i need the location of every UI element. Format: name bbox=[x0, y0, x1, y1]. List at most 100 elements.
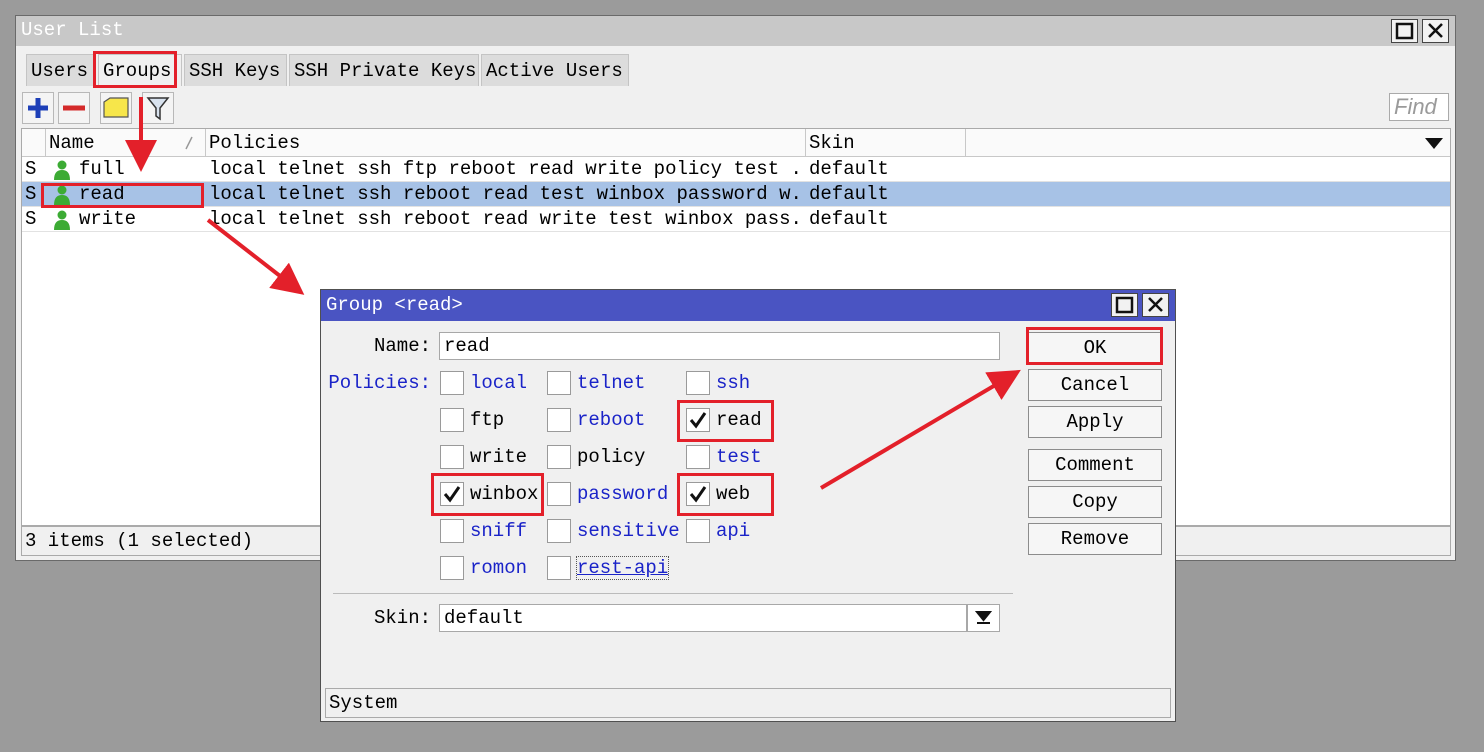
policies-column-header[interactable]: Policies bbox=[206, 129, 806, 157]
policy-checkbox-api[interactable] bbox=[686, 519, 710, 543]
policy-checkbox-write[interactable] bbox=[440, 445, 464, 469]
policy-label-api[interactable]: api bbox=[716, 520, 750, 542]
chevron-down-icon bbox=[1425, 138, 1443, 149]
tab-ssh-keys[interactable]: SSH Keys bbox=[184, 54, 287, 86]
policy-label-reboot[interactable]: reboot bbox=[577, 409, 645, 431]
comment-button[interactable] bbox=[100, 92, 132, 124]
policy-label-ssh[interactable]: ssh bbox=[716, 372, 750, 394]
row-policies: local telnet ssh reboot read test winbox… bbox=[209, 183, 803, 205]
dialog-close-button[interactable] bbox=[1142, 293, 1169, 317]
filter-button[interactable] bbox=[142, 92, 174, 124]
policy-checkbox-romon[interactable] bbox=[440, 556, 464, 580]
sort-icon bbox=[185, 136, 193, 150]
policy-label-sniff[interactable]: sniff bbox=[470, 520, 527, 542]
name-label: Name: bbox=[373, 335, 431, 357]
row-skin: default bbox=[809, 183, 889, 205]
policy-checkbox-policy[interactable] bbox=[547, 445, 571, 469]
policy-checkbox-winbox[interactable] bbox=[440, 482, 464, 506]
minus-icon bbox=[63, 105, 85, 111]
policy-checkbox-telnet[interactable] bbox=[547, 371, 571, 395]
policy-checkbox-ftp[interactable] bbox=[440, 408, 464, 432]
policy-checkbox-rest-api[interactable] bbox=[547, 556, 571, 580]
note-icon bbox=[103, 97, 129, 118]
maximize-icon bbox=[1395, 22, 1414, 40]
row-skin: default bbox=[809, 158, 889, 180]
find-input[interactable]: Find bbox=[1389, 93, 1449, 121]
name-column-header[interactable]: Name bbox=[46, 129, 206, 157]
policy-label-ftp[interactable]: ftp bbox=[470, 409, 504, 431]
row-policies: local telnet ssh ftp reboot read write p… bbox=[209, 158, 803, 180]
row-name: full bbox=[79, 158, 125, 180]
skin-select[interactable]: default bbox=[439, 604, 967, 632]
user-group-icon bbox=[52, 184, 72, 209]
dialog-title: Group <read> bbox=[326, 294, 463, 316]
policy-checkbox-ssh[interactable] bbox=[686, 371, 710, 395]
remove-button[interactable]: Remove bbox=[1028, 523, 1162, 555]
policy-label-policy[interactable]: policy bbox=[577, 446, 645, 468]
policy-label-password[interactable]: password bbox=[577, 483, 668, 505]
policy-label-winbox[interactable]: winbox bbox=[470, 483, 538, 505]
remove-button[interactable] bbox=[58, 92, 90, 124]
dropdown-arrow-icon bbox=[974, 611, 993, 624]
policy-label-telnet[interactable]: telnet bbox=[577, 372, 645, 394]
tab-groups[interactable]: Groups bbox=[98, 54, 182, 86]
policy-checkbox-web[interactable] bbox=[686, 482, 710, 506]
policy-label-local[interactable]: local bbox=[470, 372, 527, 394]
close-button[interactable] bbox=[1422, 19, 1449, 43]
skin-dropdown-button[interactable] bbox=[967, 604, 1000, 632]
row-flag: S bbox=[25, 158, 37, 180]
plus-icon bbox=[28, 98, 48, 118]
close-icon bbox=[1428, 23, 1443, 38]
dialog-maximize-button[interactable] bbox=[1111, 293, 1138, 317]
policy-checkbox-read[interactable] bbox=[686, 408, 710, 432]
separator bbox=[333, 593, 1013, 594]
policy-checkbox-test[interactable] bbox=[686, 445, 710, 469]
cancel-button[interactable]: Cancel bbox=[1028, 369, 1162, 401]
name-field[interactable]: read bbox=[439, 332, 1000, 360]
dialog-status-bar: System bbox=[325, 688, 1171, 718]
policy-label-read[interactable]: read bbox=[716, 409, 762, 431]
checkmark-icon bbox=[443, 486, 461, 503]
policies-label: Policies: bbox=[328, 372, 431, 394]
row-flag: S bbox=[25, 208, 37, 230]
column-menu[interactable] bbox=[966, 129, 1450, 157]
policy-label-web[interactable]: web bbox=[716, 483, 750, 505]
filter-icon bbox=[146, 97, 170, 121]
checkmark-icon bbox=[689, 412, 707, 429]
window-titlebar[interactable]: User List bbox=[16, 16, 1455, 46]
tab-active-users[interactable]: Active Users bbox=[481, 54, 629, 86]
checkmark-icon bbox=[689, 486, 707, 503]
policy-checkbox-reboot[interactable] bbox=[547, 408, 571, 432]
comment-button[interactable]: Comment bbox=[1028, 449, 1162, 481]
policy-label-romon[interactable]: romon bbox=[470, 557, 527, 579]
maximize-button[interactable] bbox=[1391, 19, 1418, 43]
policy-checkbox-password[interactable] bbox=[547, 482, 571, 506]
dialog-titlebar[interactable]: Group <read> bbox=[321, 290, 1175, 321]
window-title: User List bbox=[21, 19, 124, 41]
tab-users[interactable]: Users bbox=[26, 54, 96, 86]
policy-label-test[interactable]: test bbox=[716, 446, 762, 468]
row-flag: S bbox=[25, 183, 37, 205]
row-policies: local telnet ssh reboot read write test … bbox=[209, 208, 803, 230]
policy-checkbox-local[interactable] bbox=[440, 371, 464, 395]
skin-column-header[interactable]: Skin bbox=[806, 129, 966, 157]
policy-label-sensitive[interactable]: sensitive bbox=[577, 520, 680, 542]
policy-checkbox-sniff[interactable] bbox=[440, 519, 464, 543]
table-row[interactable]: Swrite local telnet ssh reboot read write… bbox=[22, 207, 1450, 232]
row-name: read bbox=[79, 183, 125, 205]
tab-ssh-private-keys[interactable]: SSH Private Keys bbox=[289, 54, 479, 86]
add-button[interactable] bbox=[22, 92, 54, 124]
copy-button[interactable]: Copy bbox=[1028, 486, 1162, 518]
ok-button[interactable]: OK bbox=[1028, 332, 1162, 364]
policy-label-write[interactable]: write bbox=[470, 446, 527, 468]
name-column-label: Name bbox=[49, 132, 95, 154]
skin-label: Skin: bbox=[373, 607, 431, 629]
table-row[interactable]: Sfull local telnet ssh ftp reboot read wr… bbox=[22, 157, 1450, 182]
policy-label-rest-api[interactable]: rest-api bbox=[575, 556, 670, 580]
row-name: write bbox=[79, 208, 137, 230]
table-row[interactable]: Sread local telnet ssh reboot read test w… bbox=[22, 182, 1450, 207]
user-group-icon bbox=[52, 209, 72, 234]
apply-button[interactable]: Apply bbox=[1028, 406, 1162, 438]
policy-checkbox-sensitive[interactable] bbox=[547, 519, 571, 543]
maximize-icon bbox=[1115, 296, 1134, 314]
